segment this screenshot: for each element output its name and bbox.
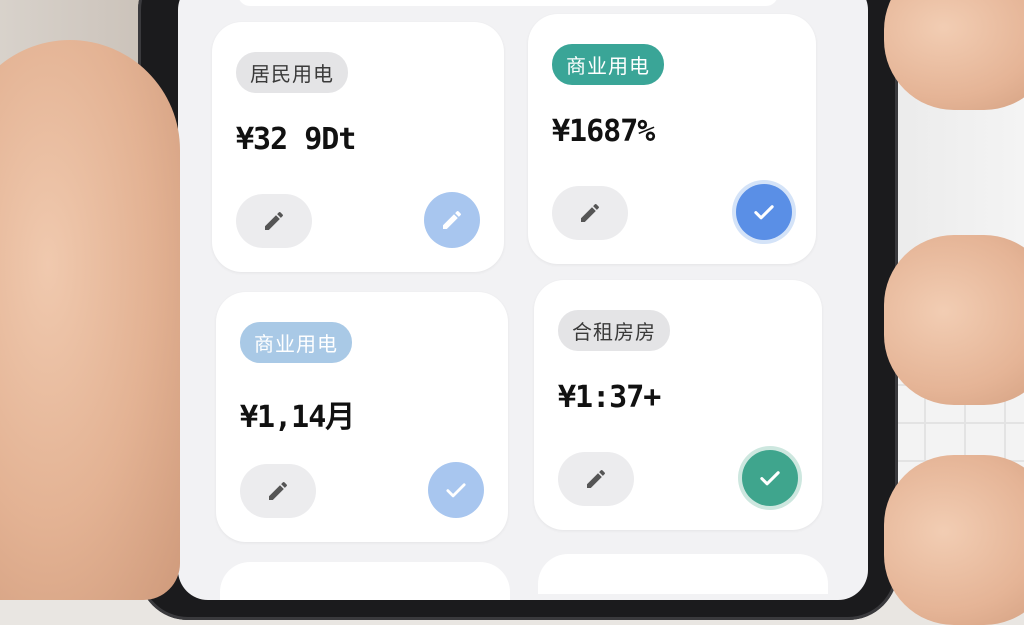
checkmark-icon — [754, 205, 774, 220]
confirm-button[interactable] — [428, 462, 484, 518]
next-card-edge — [538, 554, 828, 594]
finger — [884, 235, 1024, 405]
edit-button[interactable] — [240, 464, 316, 518]
edit-button[interactable] — [236, 194, 312, 248]
bill-amount: ¥32 9Dt — [236, 122, 356, 157]
pencil-icon — [269, 481, 287, 500]
bill-amount: ¥1:37+ — [558, 380, 661, 415]
confirm-button[interactable] — [424, 192, 480, 248]
bill-card[interactable]: 居民用电 ¥32 9Dt — [212, 22, 504, 272]
category-tag: 商业用电 — [240, 322, 352, 363]
previous-card-edge — [238, 0, 778, 6]
bill-amount: ¥1687% — [552, 114, 655, 149]
bill-card[interactable]: 合租房房 ¥1:37+ — [534, 280, 822, 530]
thumb — [0, 40, 180, 600]
category-tag: 商业用电 — [552, 44, 664, 85]
category-tag: 合租房房 — [558, 310, 670, 351]
pencil-icon — [581, 203, 599, 222]
pencil-icon — [443, 210, 461, 229]
checkmark-icon — [760, 471, 780, 486]
pencil-icon — [587, 469, 605, 488]
bill-card[interactable]: 商业用电 ¥1687% — [528, 14, 816, 264]
checkmark-icon — [446, 483, 466, 498]
confirm-button[interactable] — [742, 450, 798, 506]
pencil-icon — [265, 211, 283, 230]
next-card-edge — [220, 562, 510, 600]
edit-button[interactable] — [552, 186, 628, 240]
confirm-button[interactable] — [736, 184, 792, 240]
finger — [884, 455, 1024, 625]
phone-screen: 居民用电 ¥32 9Dt 商业用电 ¥1687% 商业用电 ¥1,14月 合租房… — [178, 0, 868, 600]
bill-card[interactable]: 商业用电 ¥1,14月 — [216, 292, 508, 542]
edit-button[interactable] — [558, 452, 634, 506]
category-tag: 居民用电 — [236, 52, 348, 93]
bill-amount: ¥1,14月 — [240, 400, 355, 435]
